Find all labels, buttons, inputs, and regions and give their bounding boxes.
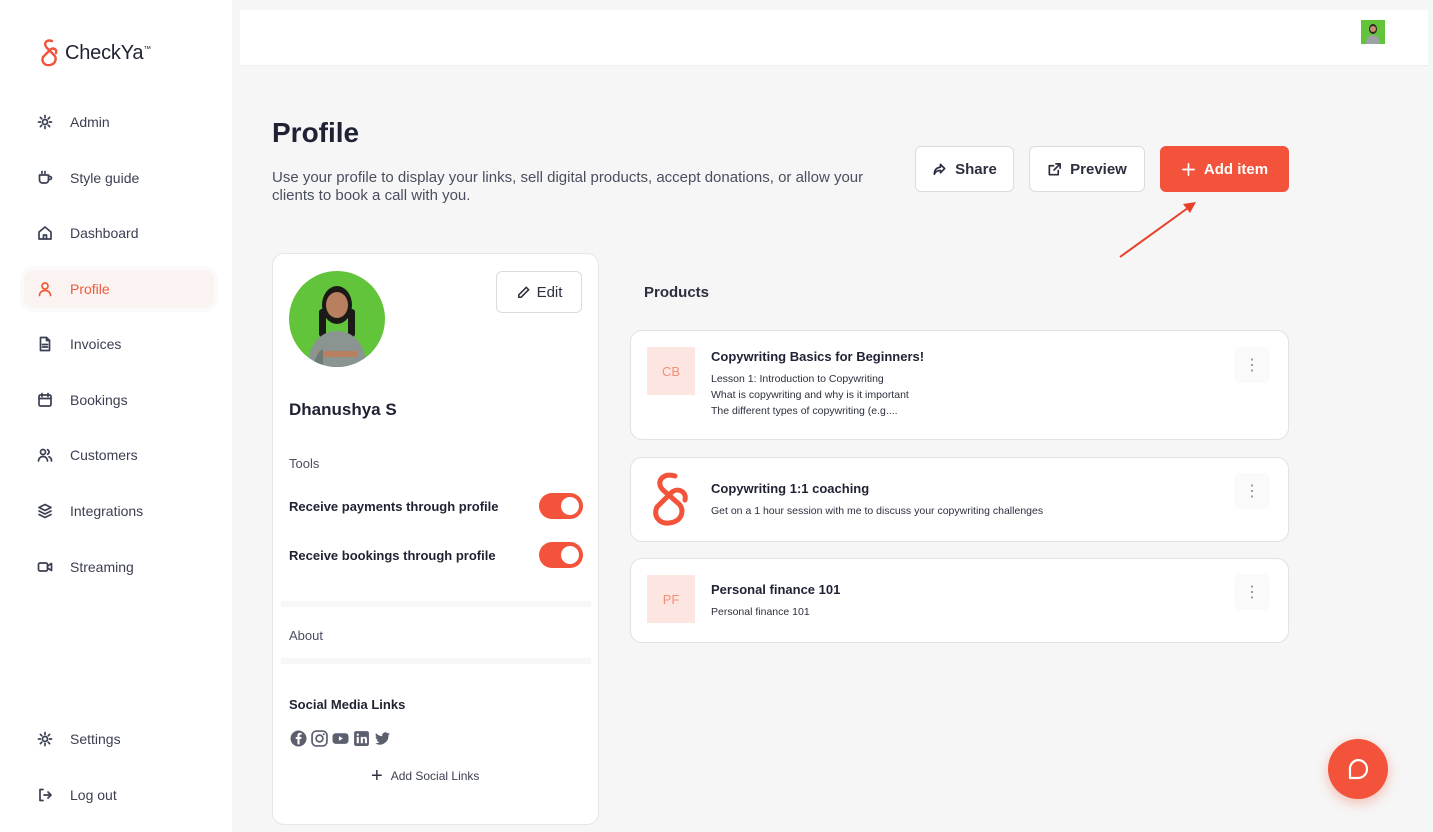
document-icon <box>36 335 54 353</box>
sidebar-item-label: Profile <box>70 281 110 297</box>
sidebar-item-label: Integrations <box>70 503 144 519</box>
edit-label: Edit <box>536 283 563 301</box>
product-title: Copywriting 1:1 coaching <box>711 481 870 496</box>
sidebar-item-label: Streaming <box>70 559 134 575</box>
sidebar-item-logout[interactable]: Log out <box>24 776 214 814</box>
product-description: Personal finance 101 <box>711 606 810 618</box>
share-button[interactable]: Share <box>915 146 1014 192</box>
page-description: Use your profile to display your links, … <box>272 169 864 204</box>
checkya-logo-icon <box>41 39 58 67</box>
sidebar-item-admin[interactable]: Admin <box>24 103 214 141</box>
twitter-icon[interactable] <box>373 729 391 747</box>
pencil-icon <box>517 285 530 298</box>
profile-name: Dhanushya S <box>289 400 397 419</box>
top-bar <box>240 10 1428 66</box>
users-icon <box>36 446 54 464</box>
product-title: Personal finance 101 <box>711 582 841 597</box>
section-divider <box>281 658 591 664</box>
calendar-icon <box>36 391 54 409</box>
sidebar-item-profile[interactable]: Profile <box>24 270 214 308</box>
youtube-icon[interactable] <box>331 729 349 747</box>
preview-label: Preview <box>1070 160 1127 178</box>
sidebar-item-settings[interactable]: Settings <box>24 720 214 758</box>
sidebar-item-streaming[interactable]: Streaming <box>24 548 214 586</box>
gear-icon <box>36 730 54 748</box>
external-link-icon <box>1048 162 1062 175</box>
home-icon <box>36 224 54 242</box>
sidebar-item-dashboard[interactable]: Dashboard <box>24 214 214 252</box>
chat-support-button[interactable] <box>1328 739 1388 799</box>
sidebar-item-label: Settings <box>70 731 121 747</box>
user-avatar[interactable] <box>1359 18 1387 46</box>
preview-button[interactable]: Preview <box>1029 146 1145 192</box>
social-media-title: Social Media Links <box>289 697 406 712</box>
product-card[interactable]: PF Personal finance 101 Personal finance… <box>630 558 1289 643</box>
more-options-icon[interactable]: ⋮ <box>1234 347 1270 383</box>
product-thumbnail: PF <box>647 575 695 623</box>
product-card[interactable]: Copywriting 1:1 coaching Get on a 1 hour… <box>630 457 1289 542</box>
checkya-logo-icon <box>653 472 688 526</box>
sidebar-item-integrations[interactable]: Integrations <box>24 492 214 530</box>
chat-bubble-icon <box>1348 758 1369 780</box>
sidebar-item-label: Admin <box>70 114 110 130</box>
share-label: Share <box>955 160 997 178</box>
page-title: Profile <box>272 117 360 148</box>
bookings-toggle-row: Receive bookings through profile <box>289 541 583 569</box>
sidebar: CheckYa™ Admin Style guide Dashboard Pro… <box>0 0 232 832</box>
add-social-links-button[interactable]: + Add Social Links <box>371 765 480 787</box>
product-card[interactable]: CB Copywriting Basics for Beginners! Les… <box>630 330 1289 440</box>
payments-toggle-row: Receive payments through profile <box>289 492 583 520</box>
sidebar-item-label: Style guide <box>70 170 140 186</box>
sidebar-item-style-guide[interactable]: Style guide <box>24 159 214 197</box>
facebook-icon[interactable] <box>289 729 307 747</box>
sidebar-item-label: Customers <box>70 447 138 463</box>
sidebar-item-label: Dashboard <box>70 225 139 241</box>
edit-profile-button[interactable]: Edit <box>496 271 582 313</box>
instagram-icon[interactable] <box>310 729 328 747</box>
add-item-button[interactable]: Add item <box>1160 146 1289 192</box>
logout-icon <box>36 786 54 804</box>
payments-toggle[interactable] <box>539 493 583 519</box>
payments-toggle-label: Receive payments through profile <box>289 498 499 514</box>
profile-card: Edit Dhanushya S Tools Receive payments … <box>272 253 599 825</box>
sidebar-item-bookings[interactable]: Bookings <box>24 381 214 419</box>
bookings-toggle[interactable] <box>539 542 583 568</box>
annotation-arrow <box>1119 202 1196 258</box>
plus-icon <box>1181 162 1195 176</box>
product-description: Lesson 1: Introduction to Copywriting Wh… <box>711 373 909 417</box>
social-icons <box>289 729 391 747</box>
add-item-label: Add item <box>1203 160 1269 178</box>
user-icon <box>36 280 54 298</box>
profile-photo <box>289 271 385 367</box>
sidebar-item-label: Bookings <box>70 392 128 408</box>
cup-icon <box>36 169 54 187</box>
sidebar-item-customers[interactable]: Customers <box>24 436 214 474</box>
sidebar-item-label: Invoices <box>70 336 122 352</box>
sidebar-item-label: Log out <box>70 787 117 803</box>
tools-label: Tools <box>289 456 320 471</box>
layers-icon <box>36 502 54 520</box>
sidebar-item-invoices[interactable]: Invoices <box>24 325 214 363</box>
add-social-label: Add Social Links <box>390 769 480 783</box>
person-photo-icon <box>307 286 367 367</box>
products-title: Products <box>644 284 710 301</box>
section-divider <box>281 601 591 607</box>
video-icon <box>36 558 54 576</box>
linkedin-icon[interactable] <box>352 729 370 747</box>
user-avatar-icon <box>1366 24 1380 44</box>
product-thumbnail: CB <box>647 347 695 395</box>
more-options-icon[interactable]: ⋮ <box>1234 574 1270 610</box>
admin-gear-icon <box>36 113 54 131</box>
bookings-toggle-label: Receive bookings through profile <box>289 547 496 563</box>
product-description: Get on a 1 hour session with me to discu… <box>711 505 1044 517</box>
brand-name: CheckYa™ <box>65 41 152 64</box>
product-title: Copywriting Basics for Beginners! <box>711 349 925 364</box>
brand-logo[interactable]: CheckYa™ <box>38 38 151 68</box>
share-icon <box>933 163 946 175</box>
plus-icon: + <box>371 765 383 787</box>
about-label: About <box>289 628 323 643</box>
more-options-icon[interactable]: ⋮ <box>1234 473 1270 509</box>
